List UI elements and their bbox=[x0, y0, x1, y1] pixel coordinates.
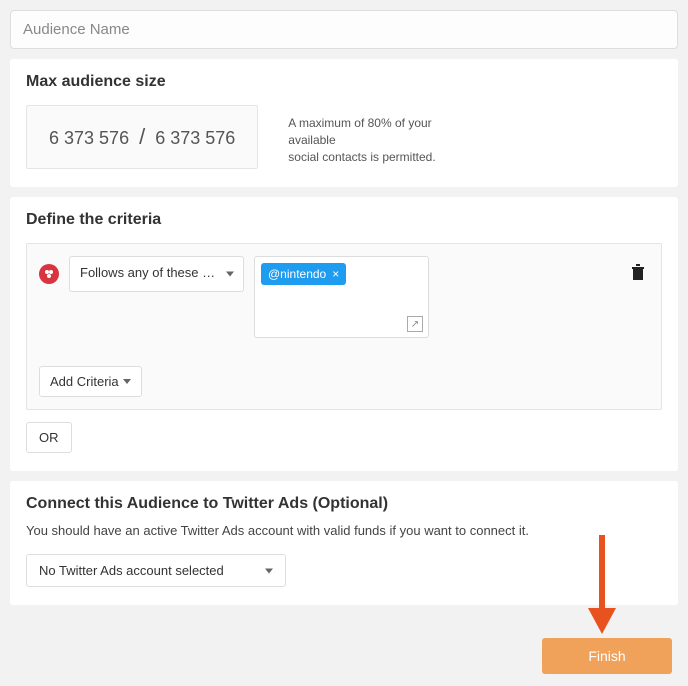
criteria-type-icon bbox=[39, 264, 59, 284]
criteria-rule-select[interactable]: Follows any of these accoun… bbox=[69, 256, 244, 292]
define-criteria-title: Define the criteria bbox=[26, 211, 662, 229]
audience-name-input[interactable] bbox=[10, 10, 678, 49]
size-slash: / bbox=[139, 124, 145, 150]
chevron-down-icon bbox=[123, 379, 131, 384]
twitter-ads-select[interactable]: No Twitter Ads account selected bbox=[26, 554, 286, 587]
finish-button[interactable]: Finish bbox=[542, 638, 672, 674]
criteria-tag: @nintendo × bbox=[261, 263, 346, 285]
twitter-ads-card: Connect this Audience to Twitter Ads (Op… bbox=[10, 481, 678, 605]
criteria-container: Follows any of these accoun… @nintendo ×… bbox=[26, 243, 662, 410]
add-criteria-button[interactable]: Add Criteria bbox=[39, 366, 142, 397]
twitter-ads-subtext: You should have an active Twitter Ads ac… bbox=[26, 523, 662, 538]
expand-icon[interactable]: ↗ bbox=[407, 316, 423, 332]
audience-total-value: 6 373 576 bbox=[155, 128, 235, 149]
max-audience-title: Max audience size bbox=[26, 73, 662, 91]
or-button[interactable]: OR bbox=[26, 422, 72, 453]
delete-criteria-icon[interactable] bbox=[631, 264, 645, 282]
tag-remove-icon[interactable]: × bbox=[332, 267, 339, 281]
criteria-tag-label: @nintendo bbox=[268, 267, 326, 281]
define-criteria-card: Define the criteria Follows any of these… bbox=[10, 197, 678, 471]
max-audience-card: Max audience size 6 373 576 / 6 373 576 … bbox=[10, 59, 678, 187]
criteria-row: Follows any of these accoun… @nintendo ×… bbox=[39, 256, 649, 338]
audience-current-value: 6 373 576 bbox=[49, 128, 129, 149]
twitter-ads-title: Connect this Audience to Twitter Ads (Op… bbox=[26, 495, 662, 513]
criteria-tags-input[interactable]: @nintendo × ↗ bbox=[254, 256, 429, 338]
max-audience-note: A maximum of 80% of your available socia… bbox=[288, 115, 468, 165]
max-audience-size-box: 6 373 576 / 6 373 576 bbox=[26, 105, 258, 169]
